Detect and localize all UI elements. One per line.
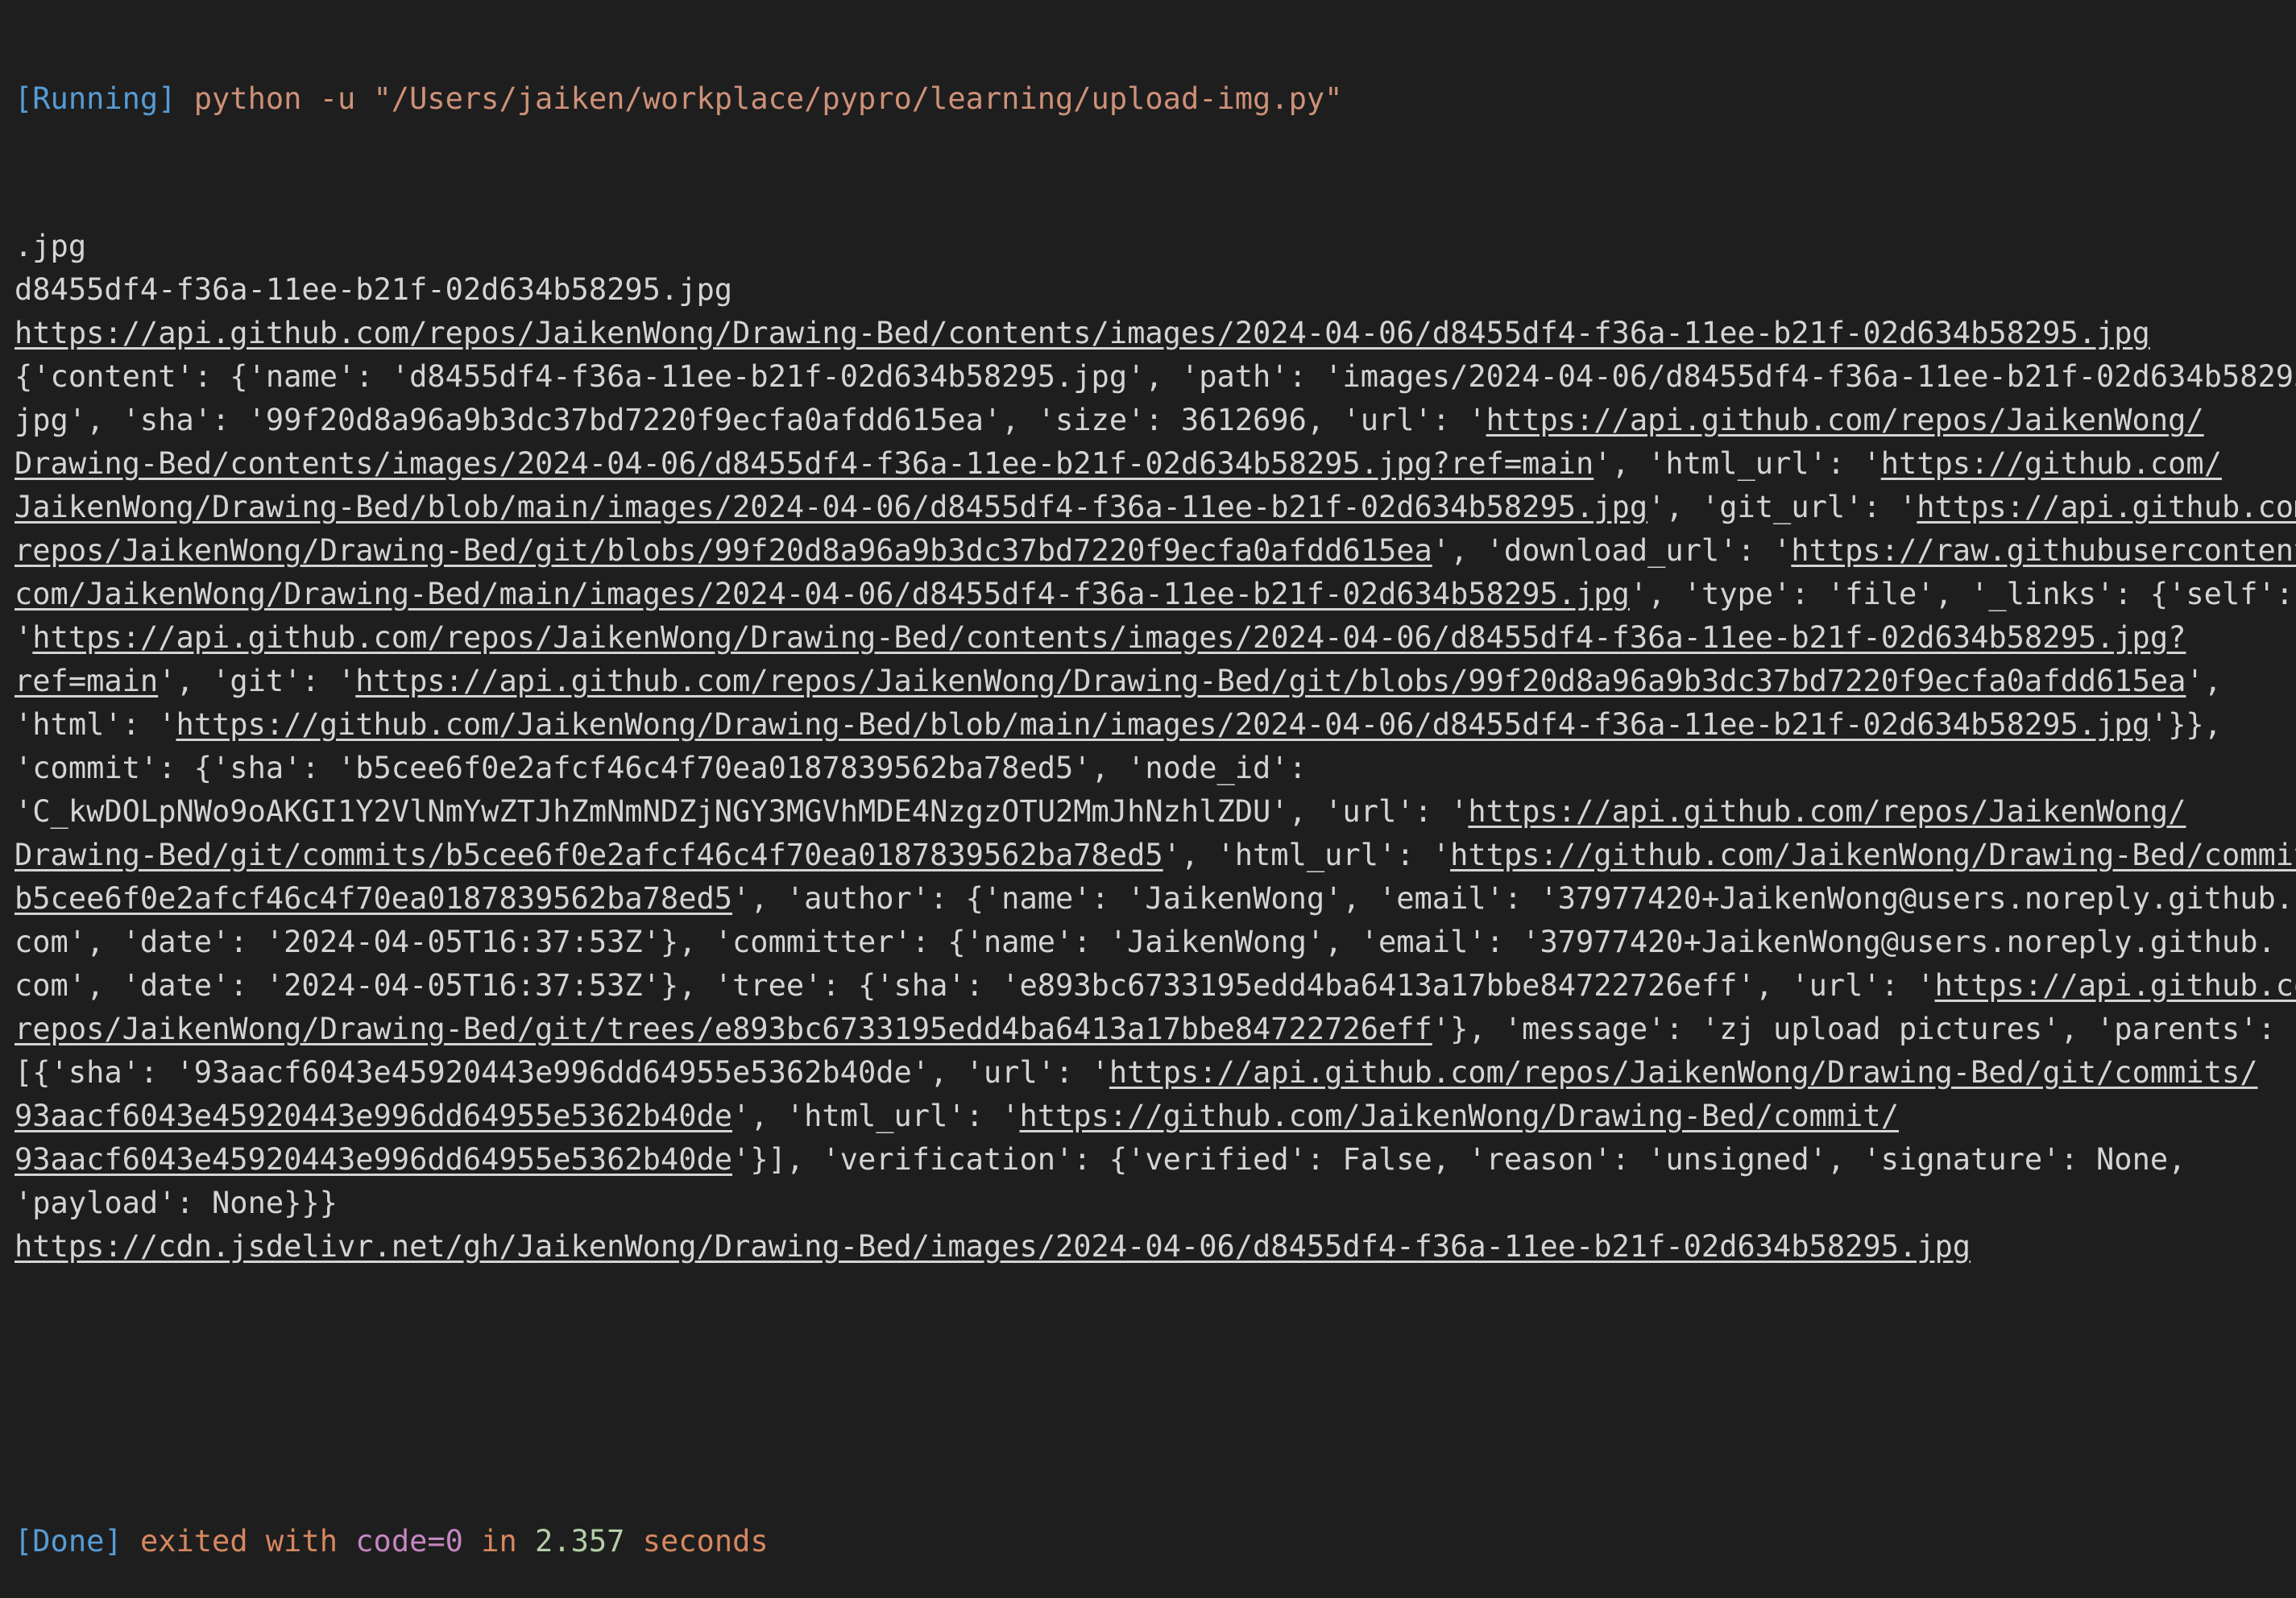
run-header-line: [Running] python -u "/Users/jaiken/workp… — [15, 77, 2296, 121]
duration-value: 2.357 — [535, 1524, 625, 1559]
output-line: https://api.github.com/repos/JaikenWong/… — [15, 312, 2296, 355]
output-text: 'payload': None}}} — [15, 1186, 338, 1220]
url-link[interactable]: https://api.github.com/repos/JaikenWong/… — [32, 620, 2186, 655]
output-line: Drawing-Bed/contents/images/2024-04-06/d… — [15, 442, 2296, 486]
url-link[interactable]: com/JaikenWong/Drawing-Bed/main/images/2… — [15, 577, 1630, 611]
url-link[interactable]: https://github.com/JaikenWong/Drawing-Be… — [1450, 838, 2296, 872]
output-line: 'payload': None}}} — [15, 1182, 2296, 1225]
url-link[interactable]: ref=main — [15, 664, 158, 698]
output-line: ref=main', 'git': 'https://api.github.co… — [15, 660, 2296, 703]
url-link[interactable]: 93aacf6043e45920443e996dd64955e5362b40de — [15, 1099, 732, 1133]
output-line: [{'sha': '93aacf6043e45920443e996dd64955… — [15, 1051, 2296, 1095]
done-footer-line: [Done] exited with code=0 in 2.357 secon… — [15, 1520, 2296, 1563]
done-tag: [Done] — [15, 1524, 122, 1559]
output-text: 'html': ' — [15, 707, 176, 742]
output-text: {'content': {'name': 'd8455df4-f36a-11ee… — [15, 359, 2296, 394]
url-link[interactable]: https://github.com/JaikenWong/Drawing-Be… — [1019, 1099, 1899, 1133]
output-line: repos/JaikenWong/Drawing-Bed/git/trees/e… — [15, 1008, 2296, 1051]
output-line: 93aacf6043e45920443e996dd64955e5362b40de… — [15, 1095, 2296, 1138]
output-text: '}], 'verification': {'verified': False,… — [732, 1142, 2186, 1177]
url-link[interactable]: https://github.com/JaikenWong/Drawing-Be… — [176, 707, 2149, 742]
output-text: ', 'author': {'name': 'JaikenWong', 'ema… — [732, 881, 2294, 916]
output-line: 'html': 'https://github.com/JaikenWong/D… — [15, 703, 2296, 747]
output-text: ', 'git_url': ' — [1647, 490, 1917, 524]
in-text: in — [481, 1524, 517, 1559]
output-text: jpg', 'sha': '99f20d8a96a9b3dc37bd7220f9… — [15, 403, 1486, 437]
url-link[interactable]: JaikenWong/Drawing-Bed/blob/main/images/… — [15, 490, 1647, 524]
output-line: com/JaikenWong/Drawing-Bed/main/images/2… — [15, 573, 2296, 616]
url-link[interactable]: https://api.github.com/ — [1935, 968, 2296, 1003]
output-text: 'commit': {'sha': 'b5cee6f0e2afcf46c4f70… — [15, 751, 1307, 785]
output-text: com', 'date': '2024-04-05T16:37:53Z'}, '… — [15, 925, 2276, 959]
run-command: python -u "/Users/jaiken/workplace/pypro… — [193, 81, 1343, 116]
url-link[interactable]: b5cee6f0e2afcf46c4f70ea0187839562ba78ed5 — [15, 881, 732, 916]
output-text: ', 'html_url': ' — [1594, 446, 1881, 481]
output-line: 'C_kwDOLpNWo9oAKGI1Y2VlNmYwZTJhZmNmNDZjN… — [15, 790, 2296, 834]
output-line: JaikenWong/Drawing-Bed/blob/main/images/… — [15, 486, 2296, 529]
output-text: .jpg — [15, 229, 87, 263]
running-tag: [Running] — [15, 81, 176, 116]
output-text: ', 'download_url': ' — [1432, 533, 1792, 568]
url-link[interactable]: Drawing-Bed/git/commits/b5cee6f0e2afcf46… — [15, 838, 1163, 872]
url-link[interactable]: https://api.github.com/repos/JaikenWong/ — [1468, 794, 2186, 829]
output-text: ', — [2186, 664, 2222, 698]
url-link[interactable]: https://api.github.com/repos/JaikenWong/… — [15, 316, 2150, 350]
output-line: repos/JaikenWong/Drawing-Bed/git/blobs/9… — [15, 529, 2296, 573]
output-line: 'commit': {'sha': 'b5cee6f0e2afcf46c4f70… — [15, 747, 2296, 790]
terminal-output-panel: [Running] python -u "/Users/jaiken/workp… — [0, 0, 2296, 1559]
output-line: b5cee6f0e2afcf46c4f70ea0187839562ba78ed5… — [15, 877, 2296, 921]
output-text: ', 'html_url': ' — [1163, 838, 1451, 872]
output-text: ' — [15, 620, 33, 655]
program-output: .jpg d8455df4-f36a-11ee-b21f-02d634b58295… — [15, 225, 2296, 1269]
exit-code: code=0 — [355, 1524, 463, 1559]
url-link[interactable]: https://api.github.com/repos/JaikenWong/… — [355, 664, 2186, 698]
url-link[interactable]: https://api.github.com/repos/JaikenWong/… — [1109, 1055, 2258, 1090]
output-text: '}}, — [2149, 707, 2222, 742]
output-line: d8455df4-f36a-11ee-b21f-02d634b58295.jpg — [15, 268, 2296, 312]
url-link[interactable]: Drawing-Bed/contents/images/2024-04-06/d… — [15, 446, 1594, 481]
output-line: https://cdn.jsdelivr.net/gh/JaikenWong/D… — [15, 1225, 2296, 1269]
output-line: Drawing-Bed/git/commits/b5cee6f0e2afcf46… — [15, 834, 2296, 877]
url-link[interactable]: https://api.github.com/repos/JaikenWong/ — [1486, 403, 2204, 437]
output-text: ', 'html_url': ' — [732, 1099, 1020, 1133]
output-text: ', 'git': ' — [158, 664, 356, 698]
url-link[interactable]: https://github.com/ — [1881, 446, 2222, 481]
seconds-text: seconds — [642, 1524, 769, 1559]
output-text: d8455df4-f36a-11ee-b21f-02d634b58295.jpg — [15, 272, 733, 307]
url-link[interactable]: 93aacf6043e45920443e996dd64955e5362b40de — [15, 1142, 732, 1177]
url-link[interactable]: repos/JaikenWong/Drawing-Bed/git/trees/e… — [15, 1012, 1432, 1046]
output-line: com', 'date': '2024-04-05T16:37:53Z'}, '… — [15, 964, 2296, 1008]
url-link[interactable]: https://raw.githubusercontent. — [1791, 533, 2296, 568]
url-link[interactable]: https://api.github.com/ — [1917, 490, 2296, 524]
output-text: [{'sha': '93aacf6043e45920443e996dd64955… — [15, 1055, 1109, 1090]
exited-with-text: exited with — [139, 1524, 338, 1559]
output-line: com', 'date': '2024-04-05T16:37:53Z'}, '… — [15, 921, 2296, 964]
output-line: 'https://api.github.com/repos/JaikenWong… — [15, 616, 2296, 660]
output-line: {'content': {'name': 'd8455df4-f36a-11ee… — [15, 355, 2296, 399]
url-link[interactable]: repos/JaikenWong/Drawing-Bed/git/blobs/9… — [15, 533, 1432, 568]
output-line: 93aacf6043e45920443e996dd64955e5362b40de… — [15, 1138, 2296, 1182]
output-text: '}, 'message': 'zj upload pictures', 'pa… — [1432, 1012, 2276, 1046]
output-line: jpg', 'sha': '99f20d8a96a9b3dc37bd7220f9… — [15, 399, 2296, 442]
output-text: com', 'date': '2024-04-05T16:37:53Z'}, '… — [15, 968, 1935, 1003]
output-line: .jpg — [15, 225, 2296, 268]
url-link[interactable]: https://cdn.jsdelivr.net/gh/JaikenWong/D… — [15, 1229, 1971, 1264]
output-text: ', 'type': 'file', '_links': {'self': — [1629, 577, 2294, 611]
output-text: 'C_kwDOLpNWo9oAKGI1Y2VlNmYwZTJhZmNmNDZjN… — [15, 794, 1469, 829]
